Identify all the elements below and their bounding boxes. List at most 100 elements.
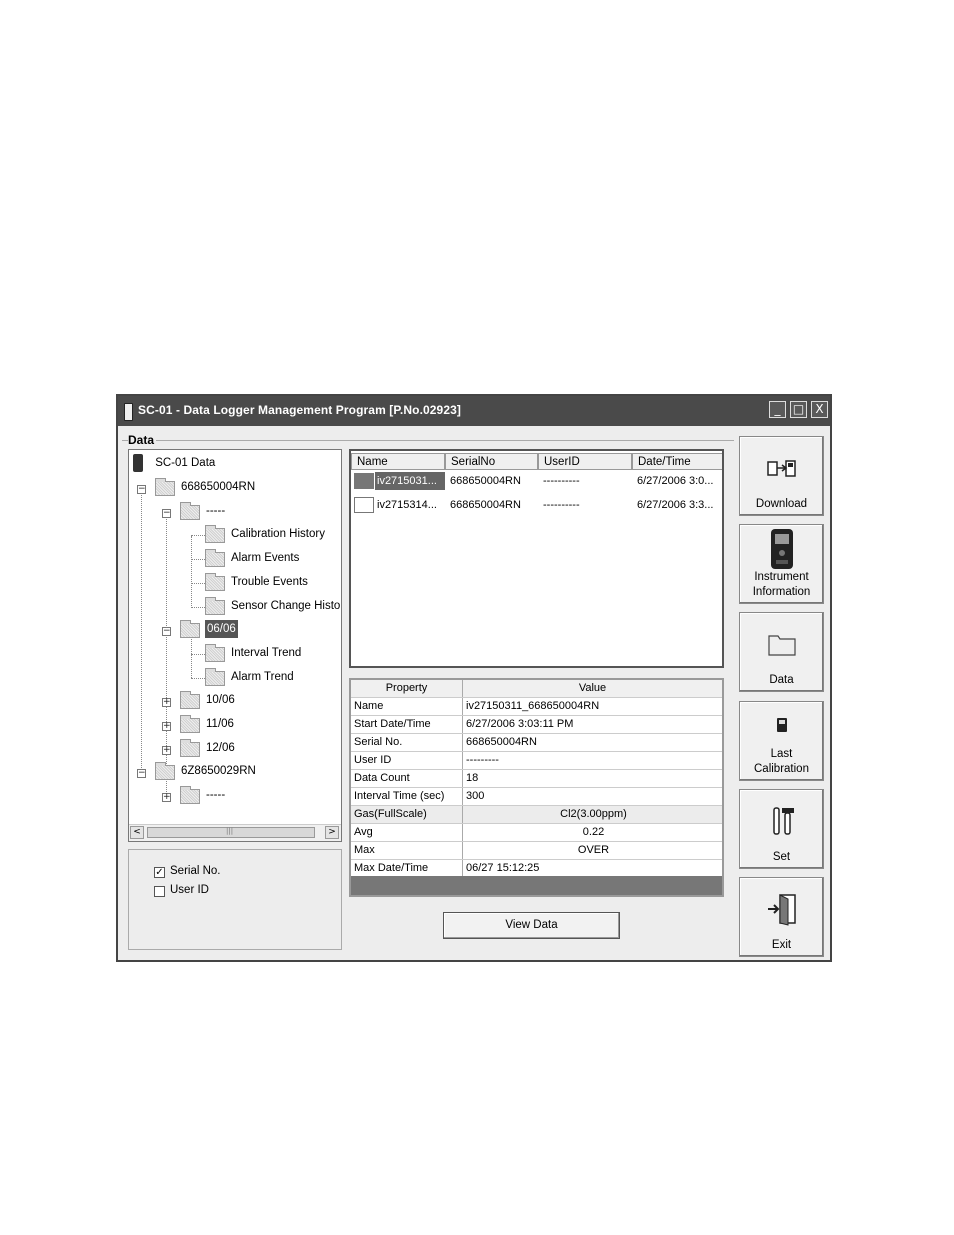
column-header-userid[interactable]: UserID bbox=[538, 453, 632, 470]
window-title: SC-01 - Data Logger Management Program [… bbox=[138, 403, 461, 417]
property-row[interactable]: Serial No. 668650004RN bbox=[351, 734, 722, 752]
property-row[interactable]: Interval Time (sec) 300 bbox=[351, 788, 722, 806]
property-row[interactable]: Gas(FullScale) Cl2(3.00ppm) bbox=[351, 806, 722, 824]
last-calibration-button[interactable]: Last Calibration bbox=[739, 701, 824, 781]
data-group-label: Data bbox=[128, 433, 157, 447]
collapse-icon[interactable]: − bbox=[137, 769, 146, 778]
tree-item-device-668650004RN[interactable]: 668650004RN bbox=[181, 478, 255, 496]
tree-item-0606-selected[interactable]: 06/06 bbox=[205, 620, 238, 638]
maximize-button[interactable]: □ bbox=[790, 401, 807, 418]
expand-icon[interactable]: + bbox=[162, 793, 171, 802]
group-divider bbox=[122, 440, 734, 441]
tree-item-dash[interactable]: ----- bbox=[206, 502, 225, 520]
instrument-icon bbox=[771, 529, 793, 569]
folder-icon bbox=[155, 478, 175, 496]
property-name: User ID bbox=[351, 752, 463, 769]
view-data-button[interactable]: View Data bbox=[443, 912, 620, 939]
download-button[interactable]: Download bbox=[739, 436, 824, 516]
data-label: Data bbox=[769, 674, 794, 686]
property-name: Max Date/Time bbox=[351, 860, 463, 877]
tree-item-trouble-events[interactable]: Trouble Events bbox=[231, 573, 308, 591]
property-row[interactable]: Name iv27150311_668650004RN bbox=[351, 698, 722, 716]
expand-icon[interactable]: + bbox=[162, 722, 171, 731]
file-user: ---------- bbox=[543, 475, 580, 487]
property-row[interactable]: Data Count 18 bbox=[351, 770, 722, 788]
property-value: iv27150311_668650004RN bbox=[466, 700, 600, 712]
file-datetime: 6/27/2006 3:0... bbox=[637, 475, 714, 487]
folder-icon bbox=[205, 525, 225, 543]
set-button[interactable]: Set bbox=[739, 789, 824, 869]
tree-root[interactable]: SC-01 Data bbox=[133, 454, 215, 472]
tree-guide bbox=[191, 536, 192, 608]
scroll-thumb[interactable]: ||| bbox=[147, 827, 315, 838]
instrument-label-line2: Information bbox=[752, 586, 811, 598]
display-options-panel: ✓ Serial No. User ID bbox=[128, 849, 342, 950]
download-icon bbox=[767, 460, 796, 477]
property-name: Interval Time (sec) bbox=[351, 788, 463, 805]
tree-item-1206[interactable]: 12/06 bbox=[206, 739, 235, 757]
column-header-datetime[interactable]: Date/Time bbox=[632, 453, 722, 470]
instrument-information-button[interactable]: Instrument Information bbox=[739, 524, 824, 604]
expand-icon[interactable]: + bbox=[162, 746, 171, 755]
close-button[interactable]: X bbox=[811, 401, 828, 418]
folder-icon bbox=[205, 597, 225, 615]
tree-guide bbox=[191, 583, 205, 584]
tree-item-interval-trend[interactable]: Interval Trend bbox=[231, 644, 301, 662]
tree-item-1006[interactable]: 10/06 bbox=[206, 691, 235, 709]
tree-item-device-6Z8650029RN[interactable]: 6Z8650029RN bbox=[181, 762, 256, 780]
property-name: Avg bbox=[351, 824, 463, 841]
data-file-icon bbox=[354, 473, 374, 489]
tools-icon bbox=[773, 807, 794, 835]
data-tree[interactable]: SC-01 Data − 668650004RN − ----- Calibra… bbox=[128, 449, 342, 842]
tree-item-alarm-events[interactable]: Alarm Events bbox=[231, 549, 299, 567]
tree-item-sensor-change-history[interactable]: Sensor Change Histo bbox=[231, 597, 340, 615]
tree-guide bbox=[141, 488, 142, 768]
column-header-serialno[interactable]: SerialNo bbox=[445, 453, 538, 470]
serial-no-label: Serial No. bbox=[170, 865, 221, 877]
file-list[interactable]: Name SerialNo UserID Date/Time iv2715031… bbox=[349, 449, 724, 668]
minimize-button[interactable]: _ bbox=[769, 401, 786, 418]
property-value: 06/27 15:12:25 bbox=[466, 862, 540, 874]
tree-item-1106[interactable]: 11/06 bbox=[206, 715, 234, 733]
folder-open-icon bbox=[180, 620, 200, 638]
instrument-icon bbox=[133, 454, 143, 472]
serial-no-checkbox[interactable]: ✓ bbox=[154, 867, 165, 878]
user-id-checkbox[interactable] bbox=[154, 886, 165, 897]
tree-item-alarm-trend[interactable]: Alarm Trend bbox=[231, 668, 294, 686]
file-datetime: 6/27/2006 3:3... bbox=[637, 499, 714, 511]
exit-label: Exit bbox=[771, 939, 792, 951]
property-name: Name bbox=[351, 698, 463, 715]
column-header-name[interactable]: Name bbox=[351, 453, 445, 470]
property-grid[interactable]: Property Value Name iv27150311_668650004R… bbox=[349, 678, 724, 897]
title-bar[interactable]: SC-01 - Data Logger Management Program [… bbox=[118, 396, 830, 426]
tree-horizontal-scrollbar[interactable]: < ||| > bbox=[129, 824, 341, 841]
collapse-icon[interactable]: − bbox=[162, 627, 171, 636]
file-name: iv2715314... bbox=[377, 499, 437, 511]
set-label: Set bbox=[772, 851, 791, 863]
property-value: 668650004RN bbox=[466, 736, 537, 748]
property-value: --------- bbox=[466, 754, 499, 766]
scroll-left-button[interactable]: < bbox=[130, 826, 144, 839]
tree-item-calibration-history[interactable]: Calibration History bbox=[231, 525, 325, 543]
folder-icon bbox=[180, 502, 200, 520]
collapse-icon[interactable]: − bbox=[137, 485, 146, 494]
property-row[interactable]: User ID --------- bbox=[351, 752, 722, 770]
exit-button[interactable]: Exit bbox=[739, 877, 824, 957]
file-user: ---------- bbox=[543, 499, 580, 511]
property-value: 6/27/2006 3:03:11 PM bbox=[466, 718, 574, 730]
property-value: 0.22 bbox=[582, 826, 605, 838]
property-row[interactable]: Avg 0.22 bbox=[351, 824, 722, 842]
tree-guide bbox=[191, 559, 205, 560]
folder-icon bbox=[180, 715, 200, 733]
property-name: Gas(FullScale) bbox=[351, 806, 463, 823]
tree-item-device2-dash[interactable]: ----- bbox=[206, 786, 225, 804]
property-row[interactable]: Start Date/Time 6/27/2006 3:03:11 PM bbox=[351, 716, 722, 734]
expand-icon[interactable]: + bbox=[162, 698, 171, 707]
scroll-right-button[interactable]: > bbox=[325, 826, 339, 839]
file-serial: 668650004RN bbox=[450, 475, 521, 487]
data-button[interactable]: Data bbox=[739, 612, 824, 692]
user-id-label: User ID bbox=[170, 884, 209, 896]
property-row[interactable]: Max OVER bbox=[351, 842, 722, 860]
download-label: Download bbox=[755, 498, 808, 510]
collapse-icon[interactable]: − bbox=[162, 509, 171, 518]
